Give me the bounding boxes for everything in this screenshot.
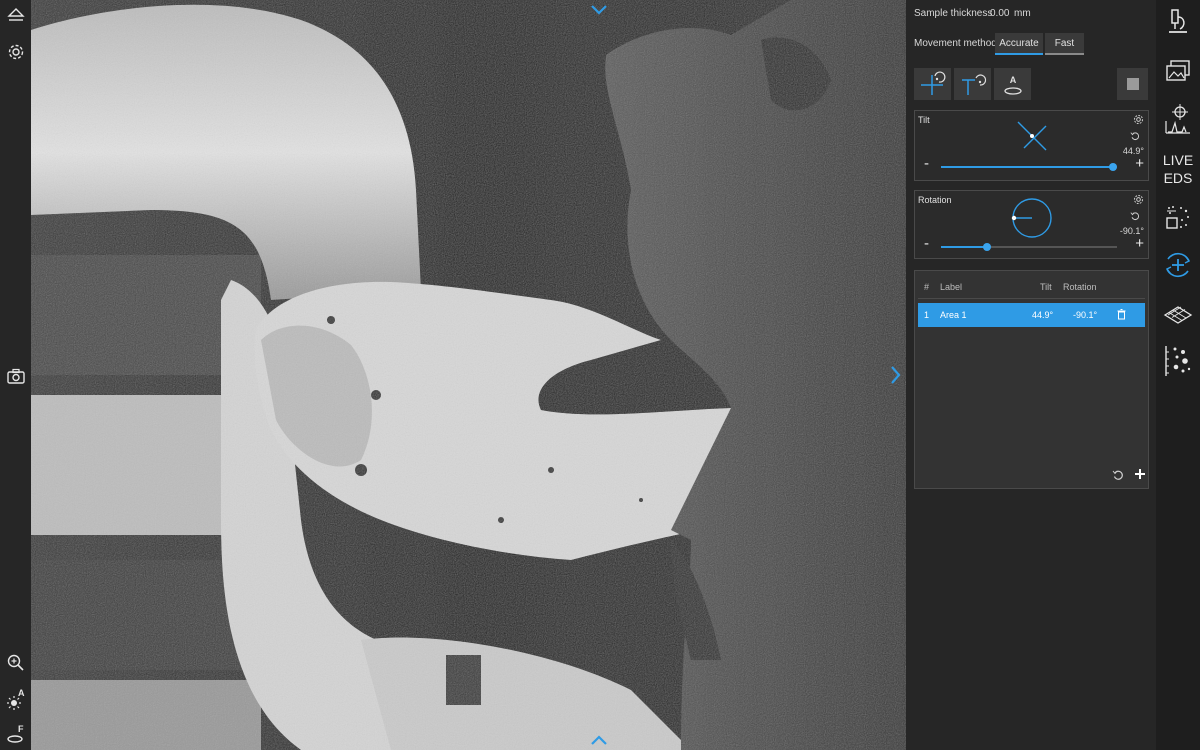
live-eds-line2: EDS xyxy=(1163,170,1193,186)
spectrum-point-icon[interactable] xyxy=(1156,101,1200,137)
rotation-decrease-button[interactable]: - xyxy=(924,236,929,251)
row-label: Area 1 xyxy=(940,310,967,320)
reset-areas-icon[interactable] xyxy=(1112,469,1124,481)
auto-focus-letter: F xyxy=(18,724,24,734)
auto-height-letter: A xyxy=(1009,75,1016,85)
auto-focus-icon[interactable]: F xyxy=(0,720,31,750)
tilt-slider[interactable] xyxy=(941,163,1118,171)
rotation-settings-gear-icon[interactable] xyxy=(1133,194,1144,205)
gear-icon[interactable] xyxy=(0,37,31,67)
row-tilt: 44.9° xyxy=(1032,310,1054,320)
rotation-reset-icon[interactable] xyxy=(1130,211,1140,221)
auto-height-icon[interactable]: A xyxy=(994,68,1031,100)
row-rotation: -90.1° xyxy=(1073,310,1098,320)
tilt-settings-gear-icon[interactable] xyxy=(1133,114,1144,125)
pan-up-arrow-icon[interactable] xyxy=(590,3,608,15)
sample-thickness-unit: mm xyxy=(1014,8,1031,19)
tilt-increase-button[interactable]: + xyxy=(1135,156,1144,171)
camera-icon[interactable] xyxy=(0,361,31,391)
rotation-slider-thumb[interactable] xyxy=(982,243,991,251)
rotation-card: Rotation -90.1° - + xyxy=(914,190,1149,259)
sem-image-viewer[interactable] xyxy=(31,0,906,750)
rotation-indicator-icon xyxy=(1011,198,1052,238)
right-toolbar: LIVE EDS xyxy=(1156,0,1200,750)
sample-thickness-value[interactable]: 0.00 xyxy=(990,8,1009,19)
column-header-rotation: Rotation xyxy=(1063,282,1097,292)
tilt-card: Tilt 44.9° - + xyxy=(914,110,1149,181)
left-toolbar: A F xyxy=(0,0,31,750)
row-index: 1 xyxy=(924,310,930,320)
stop-icon[interactable] xyxy=(1117,68,1148,100)
eucentric-tilt-icon[interactable] xyxy=(914,68,951,100)
movement-fast-button[interactable]: Fast xyxy=(1045,33,1084,55)
movement-accurate-button[interactable]: Accurate xyxy=(995,33,1043,55)
stage-rotation-icon[interactable] xyxy=(1156,247,1200,283)
tilt-slider-fill xyxy=(941,166,1114,168)
particle-analysis-icon[interactable] xyxy=(1156,343,1200,379)
image-gallery-icon[interactable] xyxy=(1156,53,1200,89)
column-header-label: Label xyxy=(940,282,963,292)
rotation-title: Rotation xyxy=(918,195,952,205)
sample-thickness-label: Sample thickness xyxy=(914,8,993,19)
tilt-indicator-icon xyxy=(1017,121,1047,151)
tilt-slider-thumb[interactable] xyxy=(1109,163,1118,171)
microscope-icon[interactable] xyxy=(1156,4,1200,40)
rotation-slider[interactable] xyxy=(941,243,1117,251)
tilt-reset-icon[interactable] xyxy=(1130,131,1140,141)
auto-brightness-icon[interactable]: A xyxy=(0,686,31,716)
surface-3d-icon[interactable] xyxy=(1156,297,1200,333)
column-header-index: # xyxy=(924,282,930,292)
mapping-icon[interactable] xyxy=(1156,199,1200,235)
add-area-icon[interactable] xyxy=(1134,468,1146,480)
rotation-increase-button[interactable]: + xyxy=(1135,236,1144,251)
column-header-tilt: Tilt xyxy=(1040,282,1052,292)
movement-method-label: Movement method xyxy=(914,38,997,49)
table-header-divider xyxy=(918,298,1145,299)
eject-icon[interactable] xyxy=(0,0,31,30)
zoom-in-icon[interactable] xyxy=(0,648,31,678)
pan-right-arrow-icon[interactable] xyxy=(889,365,901,385)
table-row[interactable]: 1 Area 1 44.9° -90.1° xyxy=(918,303,1145,327)
tilt-title: Tilt xyxy=(918,115,930,125)
eucentric-rotation-icon[interactable] xyxy=(954,68,991,100)
delete-row-icon[interactable] xyxy=(1117,309,1126,320)
stage-control-panel: Sample thickness 0.00 mm Movement method… xyxy=(906,0,1156,750)
live-eds-line1: LIVE xyxy=(1162,152,1194,168)
sem-image xyxy=(31,0,906,750)
pan-down-arrow-icon[interactable] xyxy=(590,734,608,746)
auto-brightness-letter: A xyxy=(18,688,25,698)
area-table: # Label Tilt Rotation 1 Area 1 44.9° -90… xyxy=(914,270,1149,489)
tilt-decrease-button[interactable]: - xyxy=(924,156,929,171)
rotation-slider-fill xyxy=(941,246,987,248)
